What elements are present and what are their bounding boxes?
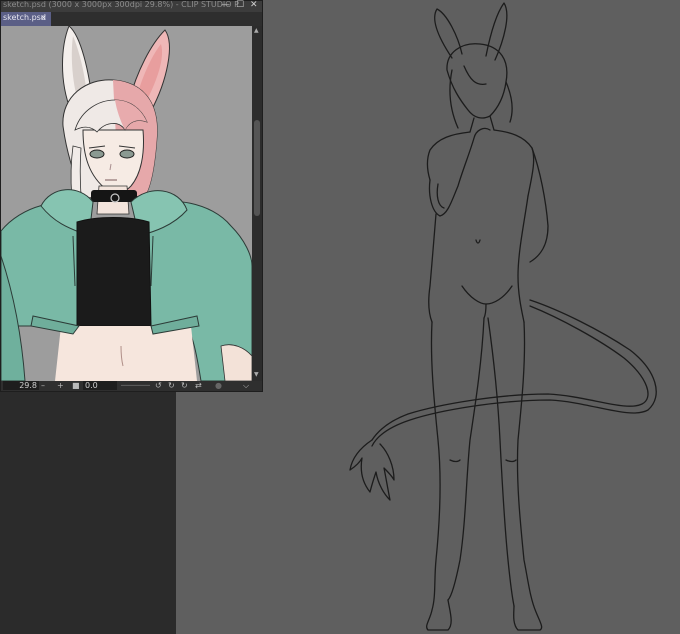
side-panel <box>0 392 176 634</box>
maximize-icon[interactable]: ☐ <box>236 0 244 11</box>
tab-close-icon[interactable]: × <box>40 13 47 22</box>
status-bar: 29.8 – + ■ 0.0 ────── ↺ ↻ ↻ ⇄ ● ⌵ <box>1 381 262 391</box>
rotate-right-icon[interactable]: ↻ <box>168 381 175 390</box>
flip-horizontal-icon[interactable]: ⇄ <box>195 381 202 390</box>
rotate-left-icon[interactable]: ↺ <box>155 381 162 390</box>
window-title-bar[interactable]: sketch.psd (3000 x 3000px 300dpi 29.8%) … <box>1 0 262 12</box>
fit-icon[interactable]: ■ <box>72 381 80 390</box>
zoom-out-icon[interactable]: – <box>41 381 45 390</box>
scroll-up-icon[interactable]: ▲ <box>254 27 259 34</box>
minimize-icon[interactable]: — <box>221 0 230 11</box>
close-icon[interactable]: ✕ <box>250 0 258 11</box>
character-illustration <box>1 26 252 381</box>
rotation-field[interactable]: 0.0 <box>83 381 117 390</box>
scroll-thumb[interactable] <box>254 120 260 216</box>
reset-rotation-icon[interactable]: ↻ <box>181 381 188 390</box>
zoom-in-icon[interactable]: + <box>57 381 64 390</box>
status-dropdown-icon[interactable]: ⌵ <box>243 381 249 390</box>
scroll-down-icon[interactable]: ▼ <box>254 371 259 378</box>
zoom-field[interactable]: 29.8 <box>3 381 39 390</box>
tab-sketch-psd[interactable]: sketch.psd × <box>1 12 51 26</box>
canvas-preview[interactable] <box>1 26 252 381</box>
vertical-scrollbar[interactable]: ▲ ▼ <box>252 26 262 381</box>
rotation-slider[interactable]: ────── <box>121 381 150 390</box>
sub-view-window[interactable]: sketch.psd (3000 x 3000px 300dpi 29.8%) … <box>0 0 263 392</box>
navigator-circle-icon[interactable]: ● <box>215 381 222 390</box>
document-tab-bar: sketch.psd × <box>1 12 262 26</box>
window-title: sketch.psd (3000 x 3000px 300dpi 29.8%) … <box>3 0 239 9</box>
